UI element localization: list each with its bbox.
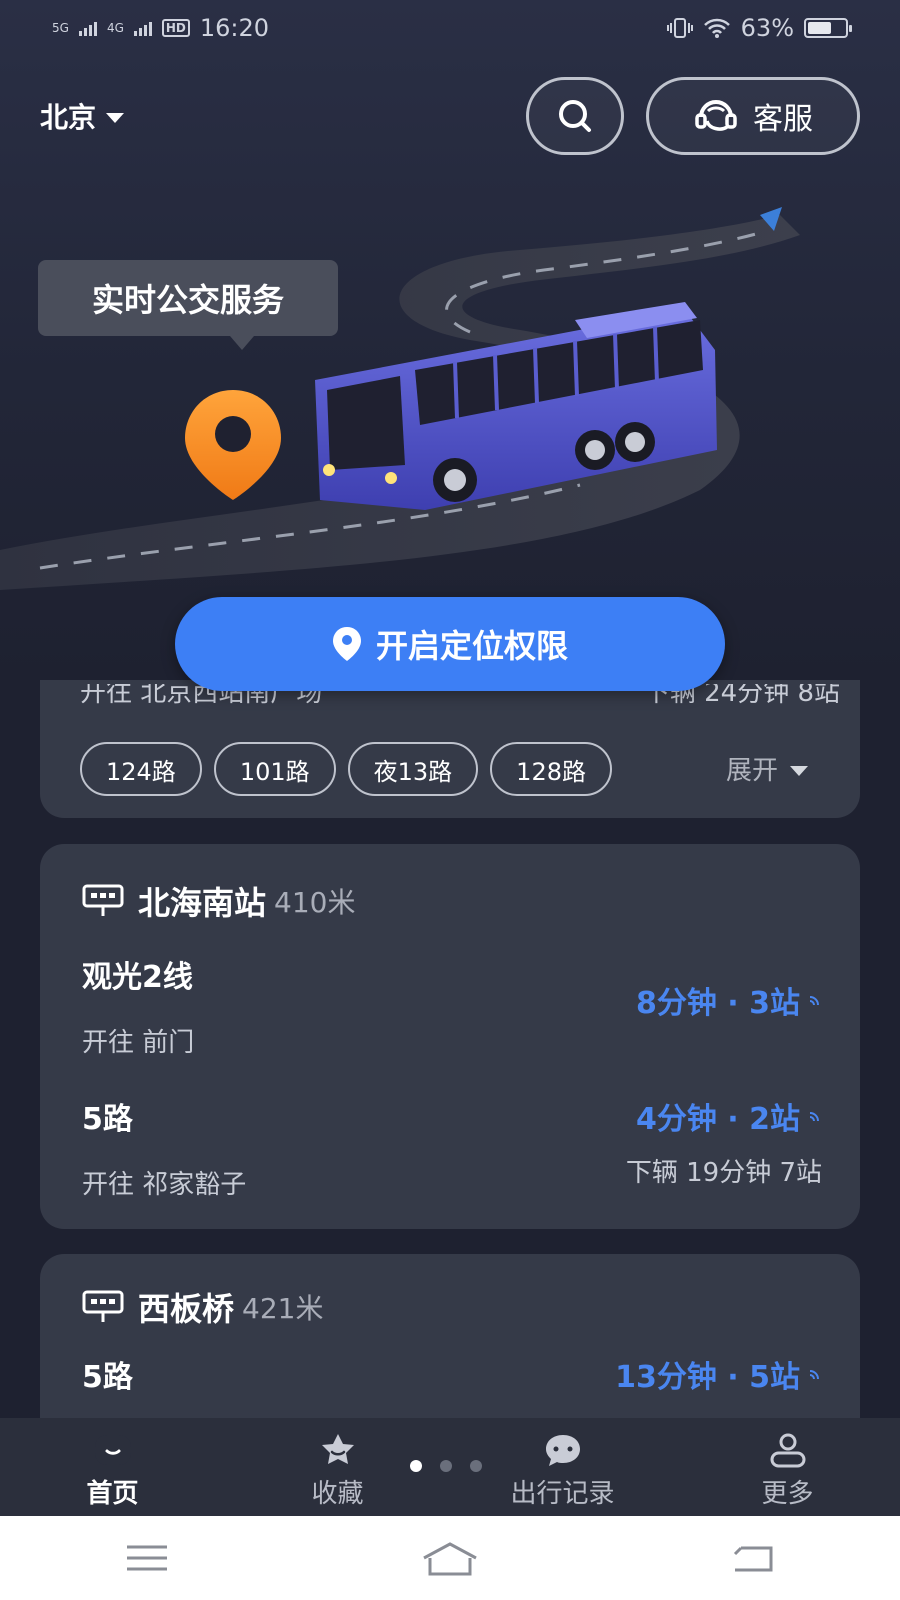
page-indicator — [410, 1460, 482, 1472]
stop-distance: 410米 — [274, 886, 356, 919]
tab-label: 出行记录 — [510, 1479, 615, 1509]
hero-banner: 实时公交服务 — [0, 190, 900, 590]
stop-distance: 421米 — [242, 1292, 324, 1325]
tab-label: 更多 — [761, 1479, 814, 1509]
status-left: 5G 4G HD 16:20 — [52, 14, 269, 42]
line-next-bus: 下辆 19分钟 7站 — [625, 1158, 822, 1188]
eta-text: 13分钟 · 5站 — [615, 1360, 800, 1395]
page-dot-active — [410, 1460, 422, 1472]
route-tags: 124路 101路 夜13路 128路 — [80, 742, 612, 796]
line-eta: 4分钟 · 2站 — [636, 1094, 822, 1138]
customer-service-button[interactable]: 客服 — [646, 77, 860, 155]
tab-label: 收藏 — [311, 1479, 364, 1509]
customer-service-label: 客服 — [753, 102, 813, 137]
line-eta: 13分钟 · 5站 — [615, 1352, 822, 1396]
line-direction: 开往 前门 — [82, 1028, 195, 1058]
expand-label: 展开 — [725, 756, 778, 786]
menu-icon[interactable] — [125, 1543, 169, 1573]
route-tag[interactable]: 夜13路 — [347, 742, 479, 796]
city-selector[interactable]: 北京 — [40, 96, 125, 136]
headset-icon — [695, 100, 737, 131]
realtime-signal-icon — [809, 996, 819, 1006]
tab-label: 首页 — [86, 1479, 139, 1509]
enable-location-label: 开启定位权限 — [375, 627, 568, 665]
status-time: 16:20 — [199, 14, 270, 42]
network-4g-label: 4G — [106, 21, 124, 35]
home-nav-icon[interactable] — [420, 1540, 480, 1576]
bus-stop-sign-icon — [82, 884, 124, 916]
caret-down-icon — [790, 765, 808, 776]
search-icon — [559, 100, 591, 132]
page-dot — [440, 1460, 452, 1472]
nearby-stop-card[interactable]: 北海南站 410米 观光2线 开往 前门 8分钟 · 3站 5路 开往 祁家豁子… — [40, 844, 860, 1229]
route-tag[interactable]: 124路 — [80, 742, 202, 796]
stop-header: 西板桥 421米 — [82, 1284, 323, 1330]
bus-line-row[interactable]: 5路 13分钟 · 5站 — [82, 1352, 822, 1396]
realtime-signal-icon — [809, 1370, 819, 1380]
stop-name: 西板桥 — [138, 1290, 235, 1328]
route-tag[interactable]: 128路 — [490, 742, 612, 796]
system-navigation-bar — [0, 1516, 900, 1600]
location-pin-icon — [332, 627, 361, 661]
tab-home[interactable]: 首页 — [0, 1431, 225, 1510]
enable-location-button[interactable]: 开启定位权限 — [175, 597, 725, 691]
city-name: 北京 — [40, 101, 97, 134]
expand-button[interactable]: 展开 — [726, 750, 808, 787]
bus-stop-sign-icon — [82, 1290, 124, 1322]
signal-icon — [78, 20, 97, 36]
app-screen: 5G 4G HD 16:20 63% 北京 客服 实时公交服务 开往 北京西站南… — [0, 0, 900, 1516]
stop-header: 北海南站 410米 — [82, 878, 355, 924]
chat-icon — [545, 1435, 580, 1466]
realtime-signal-icon — [809, 1112, 819, 1122]
hero-bubble-text: 实时公交服务 — [91, 281, 284, 319]
tab-more[interactable]: 更多 — [675, 1431, 900, 1510]
search-button[interactable] — [526, 77, 624, 155]
home-icon — [94, 1435, 131, 1465]
caret-down-icon — [106, 113, 125, 123]
signal-icon — [133, 20, 152, 36]
battery-icon — [804, 18, 852, 38]
route-tag[interactable]: 101路 — [213, 742, 336, 796]
battery-percent: 63% — [740, 14, 794, 42]
vibrate-icon — [666, 18, 693, 38]
star-icon — [321, 1434, 354, 1464]
network-5g-label: 5G — [52, 21, 69, 35]
eta-text: 4分钟 · 2站 — [635, 1102, 800, 1137]
nearby-stop-card[interactable]: 开往 北京西站南广场 下辆 24分钟 8站 124路 101路 夜13路 128… — [40, 680, 860, 818]
tab-trip-history[interactable]: 出行记录 — [450, 1431, 675, 1510]
eta-text: 8分钟 · 3站 — [635, 986, 800, 1021]
wifi-icon — [703, 18, 730, 38]
hd-badge: HD — [161, 19, 190, 37]
page-dot — [470, 1460, 482, 1472]
hero-bubble: 实时公交服务 — [38, 260, 338, 350]
bus-line-row[interactable]: 观光2线 开往 前门 8分钟 · 3站 — [82, 952, 822, 1059]
line-eta: 8分钟 · 3站 — [636, 978, 822, 1022]
status-bar: 5G 4G HD 16:20 63% — [0, 0, 900, 56]
bus-line-row[interactable]: 5路 开往 祁家豁子 4分钟 · 2站 下辆 19分钟 7站 — [82, 1094, 822, 1201]
person-icon — [770, 1433, 805, 1468]
status-right: 63% — [666, 14, 852, 42]
bus-road-illustration — [0, 207, 800, 590]
stop-name: 北海南站 — [138, 884, 267, 922]
back-icon[interactable] — [731, 1542, 775, 1574]
